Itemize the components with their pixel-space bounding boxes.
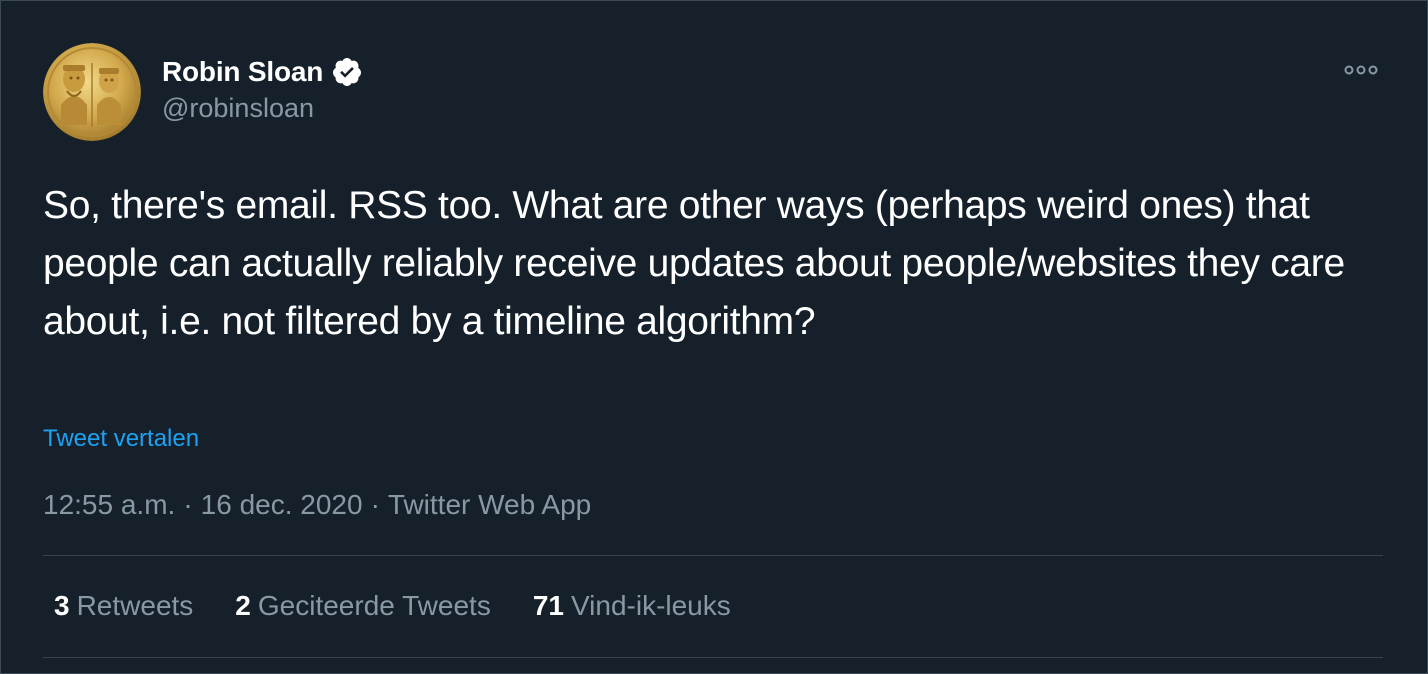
- author-handle[interactable]: @robinsloan: [162, 93, 314, 124]
- more-options-button[interactable]: [1341, 57, 1381, 83]
- quote-tweets-stat[interactable]: 2 Geciteerde Tweets: [235, 590, 491, 622]
- translate-tweet-link[interactable]: Tweet vertalen: [43, 425, 199, 453]
- tweet-date[interactable]: 16 dec. 2020: [201, 489, 363, 520]
- tweet-stats: 3 Retweets 2 Geciteerde Tweets 71 Vind-ik-l…: [54, 590, 773, 622]
- author-name[interactable]: Robin Sloan: [162, 56, 323, 88]
- divider: [43, 657, 1383, 658]
- retweets-stat[interactable]: 3 Retweets: [54, 590, 193, 622]
- meta-separator: ·: [183, 489, 193, 520]
- quote-tweets-count: 2: [235, 590, 251, 621]
- likes-count: 71: [532, 590, 564, 621]
- tweet-time[interactable]: 12:55 a.m.: [43, 489, 175, 520]
- verified-badge-icon: [331, 56, 363, 88]
- likes-stat[interactable]: 71 Vind-ik-leuks: [533, 590, 731, 622]
- meta-separator: ·: [370, 489, 380, 520]
- tweet-card: Robin Sloan @robinsloan So, there's emai…: [0, 0, 1428, 674]
- tweet-text: So, there's email. RSS too. What are oth…: [43, 184, 1345, 343]
- likes-label: Vind-ik-leuks: [570, 590, 731, 621]
- gold-coin-portrait-icon: [43, 43, 141, 141]
- tweet-meta: 12:55 a.m. · 16 dec. 2020 · Twitter Web App: [43, 489, 591, 521]
- retweets-count: 3: [54, 590, 70, 621]
- divider: [43, 555, 1383, 556]
- avatar[interactable]: [43, 43, 141, 141]
- retweets-label: Retweets: [76, 590, 194, 621]
- quote-tweets-label: Geciteerde Tweets: [257, 590, 491, 621]
- tweet-source[interactable]: Twitter Web App: [388, 489, 591, 520]
- more-options-icon: [1344, 65, 1378, 75]
- author-name-row[interactable]: Robin Sloan: [162, 54, 363, 90]
